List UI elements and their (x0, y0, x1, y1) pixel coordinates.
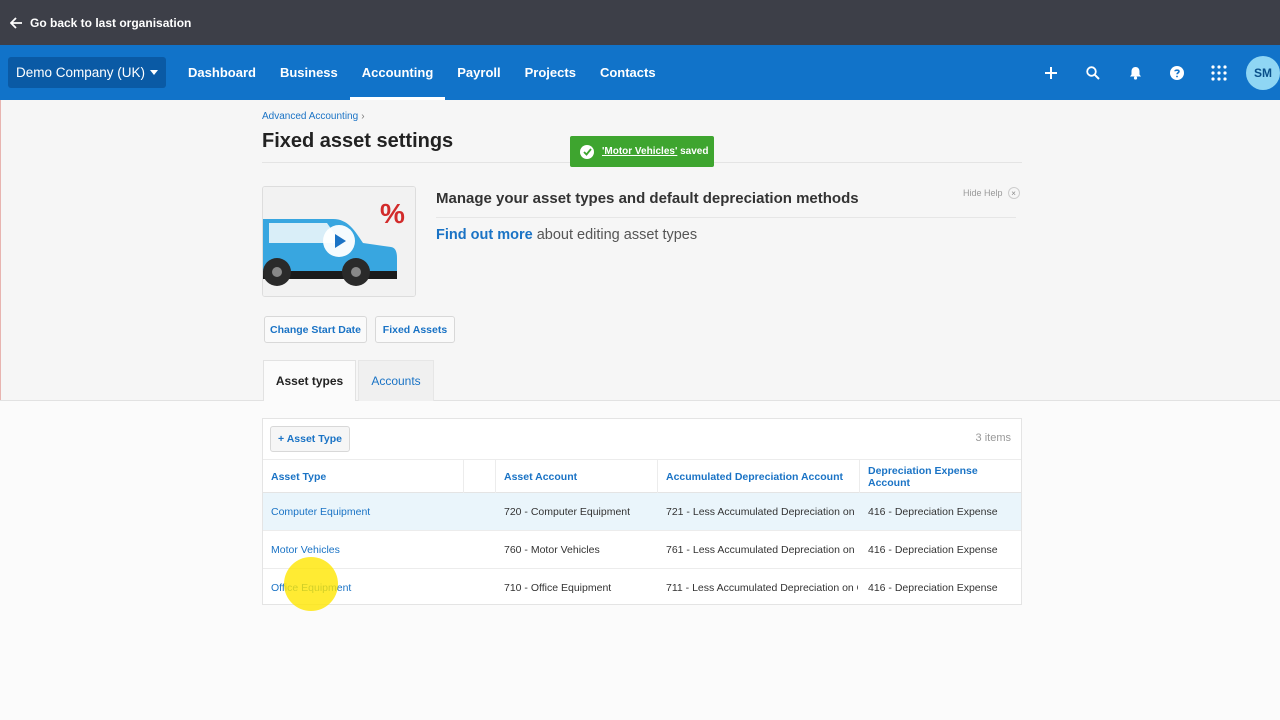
breadcrumb-separator: › (361, 111, 365, 122)
nav-projects[interactable]: Projects (513, 45, 588, 100)
accumulated-depreciation-account: 721 - Less Accumulated Depreciation on C… (666, 506, 858, 518)
find-out-more-link[interactable]: Find out more (436, 227, 533, 243)
hide-help-label: Hide Help (963, 188, 1003, 198)
help-divider (436, 217, 1016, 218)
table-row[interactable]: Motor Vehicles 760 - Motor Vehicles 761 … (263, 531, 1021, 569)
change-start-date-button[interactable]: Change Start Date (264, 316, 367, 343)
close-icon: × (1007, 187, 1020, 199)
question-icon (1170, 65, 1184, 80)
breadcrumb[interactable]: Advanced Accounting › (262, 111, 365, 122)
page-title: Fixed asset settings (262, 130, 454, 152)
hide-help-button[interactable]: Hide Help × (963, 187, 1020, 199)
tab-asset-types[interactable]: Asset types (263, 360, 356, 401)
table-row[interactable]: Computer Equipment 720 - Computer Equipm… (263, 493, 1021, 531)
depreciation-expense-account: 416 - Depreciation Expense (868, 544, 998, 556)
car-illustration-icon: % (263, 187, 415, 296)
header-divider (463, 460, 464, 494)
search-icon (1086, 65, 1100, 80)
search-button[interactable] (1072, 45, 1114, 100)
top-bar: Go back to last organisation (0, 0, 1280, 45)
org-name: Demo Company (UK) (16, 65, 146, 80)
table-header: Asset Type Asset Account Accumulated Dep… (263, 459, 1021, 494)
add-button[interactable] (1030, 45, 1072, 100)
arrow-left-icon (10, 16, 22, 29)
header-asset-account[interactable]: Asset Account (496, 460, 656, 494)
toast-suffix: saved (677, 146, 709, 157)
item-count: 3 items (975, 432, 1011, 444)
nav-dashboard[interactable]: Dashboard (176, 45, 268, 100)
grid-icon (1211, 64, 1227, 81)
help-heading: Manage your asset types and default depr… (436, 190, 859, 207)
asset-type-name[interactable]: Motor Vehicles (263, 531, 463, 569)
nav-payroll[interactable]: Payroll (445, 45, 512, 100)
help-text-rest: about editing asset types (532, 227, 698, 243)
org-switcher[interactable]: Demo Company (UK) (8, 57, 167, 88)
tab-accounts[interactable]: Accounts (358, 360, 434, 401)
asset-account: 710 - Office Equipment (504, 582, 612, 594)
header-asset-type[interactable]: Asset Type (263, 460, 463, 494)
depreciation-expense-account: 416 - Depreciation Expense (868, 506, 998, 518)
depreciation-expense-account: 416 - Depreciation Expense (868, 582, 998, 594)
saved-toast: 'Motor Vehicles' saved (570, 136, 714, 167)
asset-types-panel: + Asset Type 3 items Asset Type Asset Ac… (262, 418, 1022, 605)
apps-button[interactable] (1198, 45, 1240, 100)
help-button[interactable] (1156, 45, 1198, 100)
plus-icon (1045, 66, 1057, 79)
header-depreciation-expense[interactable]: Depreciation Expense Account (860, 460, 1020, 494)
asset-account: 760 - Motor Vehicles (504, 544, 600, 556)
accumulated-depreciation-account: 711 - Less Accumulated Depreciation on O… (666, 582, 858, 594)
check-circle-icon (580, 144, 594, 159)
help-video-thumbnail[interactable]: % (262, 186, 416, 297)
main-nav: Demo Company (UK) Dashboard Business Acc… (0, 45, 1280, 100)
breadcrumb-advanced-accounting[interactable]: Advanced Accounting (262, 111, 358, 122)
add-asset-type-button[interactable]: + Asset Type (270, 426, 350, 452)
help-image-symbol: % (380, 198, 405, 229)
header-accumulated-depreciation[interactable]: Accumulated Depreciation Account (658, 460, 858, 494)
nav-business[interactable]: Business (268, 45, 350, 100)
accumulated-depreciation-account: 761 - Less Accumulated Depreciation on .… (666, 544, 858, 556)
back-to-organisation-link[interactable]: Go back to last organisation (10, 16, 191, 30)
nav-contacts[interactable]: Contacts (588, 45, 668, 100)
asset-type-name[interactable]: Office Equipment (263, 569, 463, 607)
asset-account: 720 - Computer Equipment (504, 506, 631, 518)
bell-icon (1129, 66, 1141, 80)
nav-accounting[interactable]: Accounting (349, 45, 446, 100)
fixed-assets-button[interactable]: Fixed Assets (375, 316, 455, 343)
caret-down-icon (150, 70, 159, 75)
help-text: Find out more about editing asset types (436, 227, 697, 243)
asset-type-name[interactable]: Computer Equipment (263, 493, 463, 531)
toast-asset-link[interactable]: 'Motor Vehicles' (602, 146, 677, 157)
table-row[interactable]: Office Equipment 710 - Office Equipment … (263, 569, 1021, 607)
user-avatar[interactable]: SM (1246, 55, 1280, 90)
notifications-button[interactable] (1114, 45, 1156, 100)
back-label: Go back to last organisation (30, 15, 192, 30)
